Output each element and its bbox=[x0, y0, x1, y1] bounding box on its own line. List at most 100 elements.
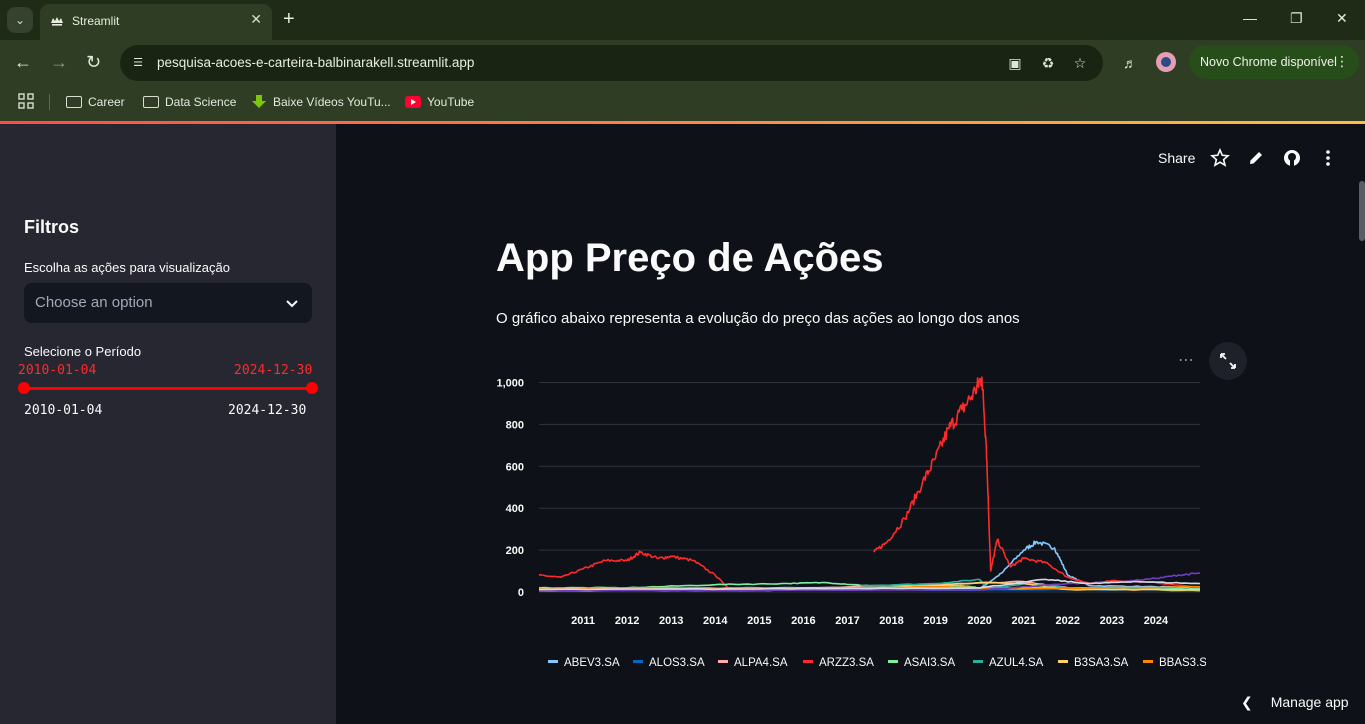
x-tick-label: 2020 bbox=[967, 615, 991, 627]
fullscreen-button[interactable] bbox=[1209, 342, 1247, 380]
series-line[interactable] bbox=[538, 376, 1201, 592]
profile-avatar[interactable] bbox=[1156, 52, 1176, 72]
x-tick-label: 2016 bbox=[791, 615, 815, 627]
tab-search-button[interactable]: ⌄ bbox=[7, 7, 33, 33]
main-menu-icon[interactable] bbox=[1318, 148, 1338, 168]
y-tick-label: 1,000 bbox=[496, 377, 524, 389]
stock-price-chart[interactable]: 0 200 400 600 800 1,000 2011 2012 2013 2014 2015 20… bbox=[486, 354, 1206, 674]
edit-icon[interactable] bbox=[1246, 148, 1266, 168]
range-min-label: 2010-01-04 bbox=[24, 403, 103, 418]
bookmark-youtube[interactable]: YouTube bbox=[405, 92, 474, 112]
page-title: App Preço de Ações bbox=[496, 236, 884, 280]
period-label: Selecione o Período bbox=[24, 344, 142, 359]
chrome-update-button[interactable]: Novo Chrome disponível ⋮ bbox=[1189, 45, 1359, 79]
scrollbar[interactable] bbox=[1359, 181, 1365, 241]
restore-icon[interactable]: ❐ bbox=[1290, 10, 1303, 27]
x-tick-label: 2017 bbox=[835, 615, 859, 627]
x-tick-label: 2011 bbox=[571, 615, 595, 627]
folder-icon bbox=[66, 96, 82, 108]
legend-item[interactable]: ARZZ3.SA bbox=[819, 657, 874, 669]
slider-end-value: 2024-12-30 bbox=[234, 363, 313, 378]
slider-start-handle[interactable] bbox=[18, 382, 30, 394]
close-window-icon[interactable]: ✕ bbox=[1336, 10, 1348, 27]
x-tick-label: 2018 bbox=[879, 615, 903, 627]
sidebar: Filtros Escolha as ações para visualizaç… bbox=[0, 124, 336, 724]
stock-select-label: Escolha as ações para visualização bbox=[24, 260, 230, 275]
x-tick-label: 2014 bbox=[703, 615, 728, 627]
x-tick-label: 2013 bbox=[659, 615, 683, 627]
more-menu-icon[interactable]: ⋮ bbox=[1335, 53, 1349, 70]
site-info-icon[interactable]: ☰ bbox=[129, 54, 147, 72]
stock-multiselect[interactable]: Choose an option bbox=[24, 283, 312, 323]
legend-swatch bbox=[888, 660, 898, 663]
folder-icon bbox=[143, 96, 159, 108]
legend-item[interactable]: BBAS3.SA bbox=[1159, 657, 1206, 669]
address-bar[interactable]: ☰ pesquisa-acoes-e-carteira-balbinarakel… bbox=[120, 45, 1103, 81]
bookmark-data-science[interactable]: Data Science bbox=[143, 92, 236, 112]
x-tick-label: 2015 bbox=[747, 615, 771, 627]
manage-app-label: Manage app bbox=[1270, 694, 1349, 710]
expand-icon bbox=[1220, 353, 1236, 369]
browser-tab-strip: ⌄ Streamlit ✕ + — ❐ ✕ bbox=[0, 0, 1365, 40]
legend-item[interactable]: B3SA3.SA bbox=[1074, 657, 1129, 669]
manage-app-button[interactable]: ❮ Manage app bbox=[1241, 694, 1349, 711]
download-icon bbox=[252, 95, 266, 108]
legend-swatch bbox=[548, 660, 558, 663]
bookmark-career[interactable]: Career bbox=[66, 92, 125, 112]
forward-icon[interactable]: → bbox=[50, 52, 68, 72]
back-icon[interactable]: ← bbox=[14, 52, 32, 72]
x-tick-label: 2019 bbox=[923, 615, 947, 627]
youtube-icon bbox=[405, 96, 421, 108]
github-icon[interactable] bbox=[1282, 148, 1302, 168]
legend-swatch bbox=[718, 660, 728, 663]
x-tick-label: 2012 bbox=[615, 615, 639, 627]
sidebar-title: Filtros bbox=[24, 217, 80, 237]
reload-icon[interactable]: ↻ bbox=[86, 52, 101, 72]
legend-item[interactable]: ABEV3.SA bbox=[564, 657, 620, 669]
y-tick-label: 800 bbox=[506, 419, 524, 431]
close-tab-icon[interactable]: ✕ bbox=[250, 11, 262, 28]
new-tab-button[interactable]: + bbox=[283, 8, 295, 30]
x-tick-label: 2021 bbox=[1011, 615, 1035, 627]
chevron-down-icon bbox=[286, 300, 298, 308]
bookmark-label: Baixe Vídeos YouTu... bbox=[273, 95, 391, 109]
minimize-icon[interactable]: — bbox=[1243, 10, 1257, 26]
chevron-left-icon: ❮ bbox=[1241, 694, 1253, 710]
main-content: Share App Preço de Ações O gráfico abaix… bbox=[336, 124, 1365, 724]
apps-grid-icon[interactable] bbox=[18, 93, 34, 109]
y-tick-label: 600 bbox=[506, 461, 524, 473]
browser-tab[interactable]: Streamlit ✕ bbox=[40, 4, 272, 40]
legend-item[interactable]: ALOS3.SA bbox=[649, 657, 705, 669]
media-controls-icon[interactable]: ♬ bbox=[1120, 53, 1140, 73]
x-tick-label: 2022 bbox=[1056, 615, 1080, 627]
update-label: Novo Chrome disponível bbox=[1200, 55, 1337, 69]
translate-icon[interactable]: ♻ bbox=[1039, 54, 1057, 72]
bookmarks-divider bbox=[49, 94, 50, 110]
legend-item[interactable]: ASAI3.SA bbox=[904, 657, 955, 669]
select-placeholder: Choose an option bbox=[35, 294, 153, 311]
bookmark-label: Data Science bbox=[165, 95, 237, 109]
bookmark-baixe-videos[interactable]: Baixe Vídeos YouTu... bbox=[251, 92, 391, 112]
install-app-icon[interactable]: ▣ bbox=[1006, 54, 1024, 72]
legend-swatch bbox=[1058, 660, 1068, 663]
tab-title: Streamlit bbox=[72, 14, 120, 28]
legend-item[interactable]: AZUL4.SA bbox=[989, 657, 1044, 669]
y-tick-label: 200 bbox=[506, 545, 524, 557]
y-tick-label: 0 bbox=[518, 587, 524, 599]
date-range-slider[interactable] bbox=[24, 387, 312, 390]
x-tick-label: 2024 bbox=[1144, 615, 1169, 627]
slider-start-value: 2010-01-04 bbox=[18, 363, 97, 378]
bookmark-star-icon[interactable]: ☆ bbox=[1071, 54, 1089, 72]
x-tick-label: 2023 bbox=[1100, 615, 1124, 627]
bookmark-label: YouTube bbox=[427, 95, 475, 109]
legend-item[interactable]: ALPA4.SA bbox=[734, 657, 788, 669]
legend-swatch bbox=[973, 660, 983, 663]
url-text[interactable]: pesquisa-acoes-e-carteira-balbinarakell.… bbox=[157, 55, 474, 70]
share-button[interactable]: Share bbox=[1158, 150, 1195, 166]
star-icon[interactable] bbox=[1210, 148, 1230, 168]
y-tick-label: 400 bbox=[506, 503, 524, 515]
page-description: O gráfico abaixo representa a evolução d… bbox=[496, 310, 1020, 327]
range-max-label: 2024-12-30 bbox=[228, 403, 307, 418]
legend-swatch bbox=[803, 660, 813, 663]
slider-end-handle[interactable] bbox=[306, 382, 318, 394]
